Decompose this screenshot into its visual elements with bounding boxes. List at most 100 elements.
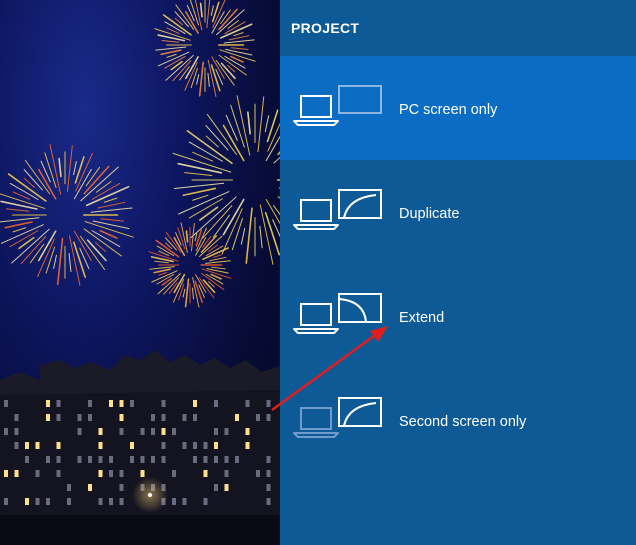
firework-streak (74, 156, 85, 184)
option-second-screen-only[interactable]: Second screen only (280, 368, 636, 472)
firework-streak (80, 166, 119, 202)
window-light (25, 498, 29, 505)
window-light (214, 456, 218, 463)
window-light (14, 428, 19, 435)
window-light (235, 456, 239, 463)
firework-streak (240, 227, 246, 245)
firework-streak (182, 288, 186, 298)
firework-streak (95, 181, 112, 193)
firework-streak (170, 60, 183, 71)
window-light (130, 456, 134, 463)
firework-streak (265, 135, 280, 162)
window-light (109, 400, 113, 407)
window-light (4, 400, 8, 407)
window-light (109, 456, 113, 463)
window-light (266, 456, 271, 463)
firework-streak (207, 72, 210, 87)
firework-streak (53, 254, 57, 269)
window-light (161, 414, 166, 421)
option-extend[interactable]: Extend (280, 264, 636, 368)
window-light (14, 414, 19, 421)
firework-streak (153, 268, 171, 274)
window-light (182, 442, 187, 449)
window-light (14, 442, 19, 449)
window-light (56, 470, 61, 477)
firework-streak (212, 214, 230, 238)
desktop-wallpaper (0, 0, 280, 545)
window-light (193, 400, 197, 407)
firework-streak (177, 162, 223, 174)
firework-streak (0, 200, 38, 210)
firework-streak (83, 165, 110, 195)
second-screen-only-icon (293, 397, 382, 438)
window-light (56, 442, 61, 449)
firework-streak (222, 124, 245, 162)
window-light (203, 470, 208, 477)
window-light (245, 442, 250, 449)
window-light (25, 442, 29, 449)
window-light (119, 498, 124, 505)
window-light (224, 470, 229, 477)
firework-streak (227, 20, 240, 29)
firework-streak (190, 68, 198, 89)
window-light (245, 428, 250, 435)
firework-streak (211, 266, 226, 270)
window-light (266, 470, 271, 477)
window-light (214, 442, 218, 449)
firework-streak (225, 48, 253, 56)
window-light (88, 484, 92, 491)
window-light (88, 400, 92, 407)
window-light (130, 442, 134, 449)
option-label: Extend (399, 310, 445, 326)
window-light (161, 442, 166, 449)
firework-streak (160, 49, 182, 56)
firework-streak (206, 0, 211, 29)
window-light (67, 484, 71, 491)
firework-streak (150, 256, 174, 263)
window-light (46, 498, 50, 505)
firework-streak (58, 157, 62, 178)
duplicate-icon (293, 189, 382, 230)
window-light (77, 414, 82, 421)
firework-streak (100, 218, 125, 222)
window-light (119, 484, 124, 491)
window-light (182, 498, 187, 505)
window-light (161, 428, 166, 435)
window-light (140, 456, 145, 463)
window-light (46, 456, 50, 463)
firework-streak (92, 220, 130, 230)
firework-streak (157, 34, 186, 42)
firework-streak (73, 161, 77, 176)
firework-streak (184, 172, 213, 176)
firework-streak (230, 47, 249, 51)
window-light (224, 484, 229, 491)
window-light (266, 400, 271, 407)
window-light (203, 498, 208, 505)
window-light (256, 470, 260, 477)
firework-streak (211, 1, 220, 23)
firework-streak (20, 235, 47, 265)
window-light (172, 428, 176, 435)
firework-streak (222, 198, 245, 236)
firework-streak (161, 39, 180, 43)
fireworks-image (0, 0, 280, 545)
window-light (35, 498, 40, 505)
window-light (172, 498, 176, 505)
window-light (224, 428, 229, 435)
window-light (214, 484, 218, 491)
window-light (266, 484, 271, 491)
option-duplicate[interactable]: Duplicate (280, 160, 636, 264)
firework-streak (264, 115, 270, 133)
firework-streak (199, 2, 203, 18)
window-light (67, 498, 71, 505)
firework-streak (206, 268, 229, 274)
window-light (56, 400, 61, 407)
window-light (203, 456, 208, 463)
option-label: Duplicate (399, 206, 460, 222)
firework-streak (257, 96, 265, 153)
firework-streak (210, 5, 214, 16)
window-light (182, 414, 187, 421)
window-light (214, 428, 218, 435)
option-pc-screen-only[interactable]: PC screen only (280, 56, 636, 160)
firework-streak (68, 253, 72, 272)
